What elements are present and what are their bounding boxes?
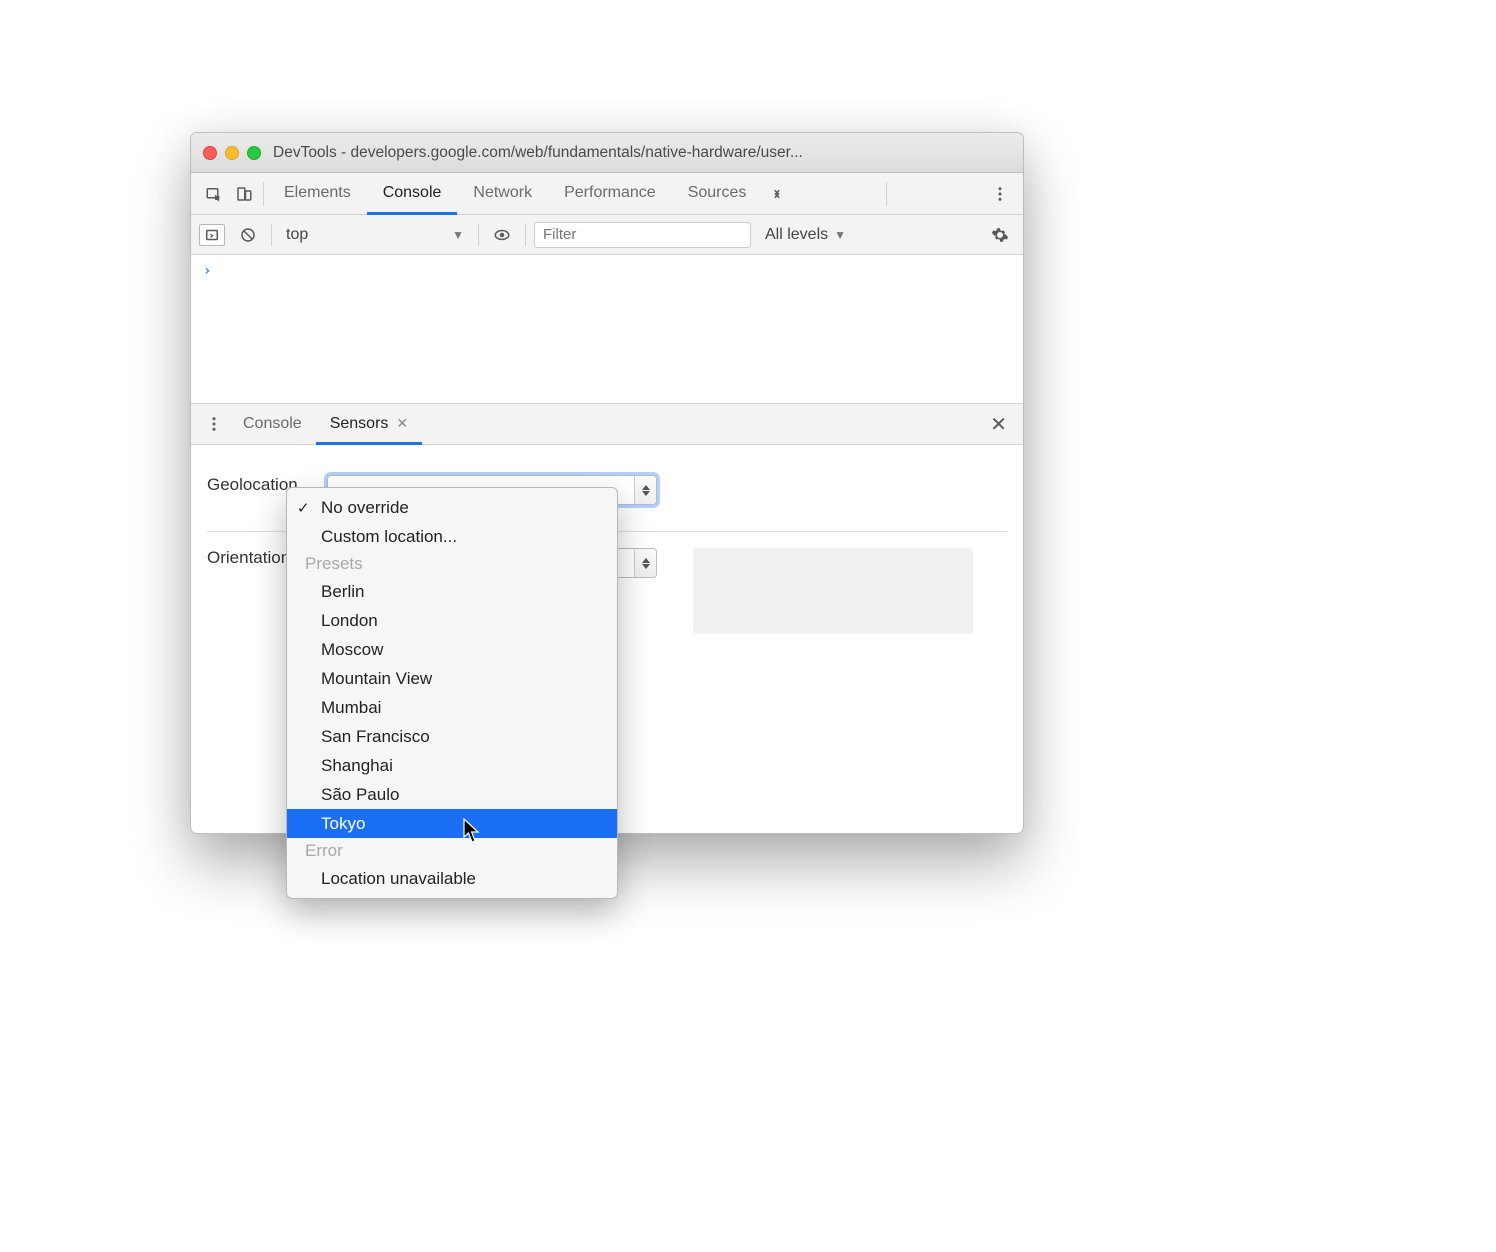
menu-item-preset[interactable]: San Francisco — [287, 722, 617, 751]
minimize-window-button[interactable] — [225, 146, 239, 160]
menu-item-label: Berlin — [321, 582, 364, 602]
check-icon: ✓ — [297, 499, 310, 517]
more-tabs-icon[interactable] — [762, 179, 792, 209]
drawer-tabbar: Console Sensors ✕ ✕ — [191, 403, 1023, 445]
menu-item-preset[interactable]: Shanghai — [287, 751, 617, 780]
menu-item-label: London — [321, 611, 378, 631]
log-level-value: All levels — [765, 226, 828, 244]
tab-network[interactable]: Network — [457, 174, 548, 215]
menu-item-label: Mumbai — [321, 698, 381, 718]
menu-item-custom-location[interactable]: Custom location... — [287, 522, 617, 551]
menu-item-label: Location unavailable — [321, 869, 476, 889]
console-body[interactable]: › — [191, 255, 1023, 403]
menu-item-label: No override — [321, 498, 409, 518]
geolocation-dropdown: ✓ No override Custom location... Presets… — [286, 487, 618, 899]
menu-item-preset[interactable]: Berlin — [287, 577, 617, 606]
maximize-window-button[interactable] — [247, 146, 261, 160]
filter-input[interactable] — [534, 222, 751, 248]
select-arrows-icon — [634, 476, 656, 504]
menu-item-preset[interactable]: Tokyo — [287, 809, 617, 838]
divider — [478, 224, 479, 246]
context-selector-value: top — [286, 226, 308, 244]
menu-item-label: Mountain View — [321, 669, 432, 689]
menu-item-label: Custom location... — [321, 527, 457, 547]
drawer-close-icon[interactable]: ✕ — [982, 412, 1015, 437]
dropdown-triangle-icon: ▼ — [452, 228, 464, 242]
divider — [525, 224, 526, 246]
menu-item-preset[interactable]: São Paulo — [287, 780, 617, 809]
menu-item-label: San Francisco — [321, 727, 430, 747]
console-prompt-chevron-icon: › — [203, 263, 211, 279]
console-toolbar: top ▼ All levels ▼ — [191, 215, 1023, 255]
drawer-tab-label: Console — [243, 415, 302, 433]
menu-item-label: Tokyo — [321, 814, 365, 834]
log-level-selector[interactable]: All levels ▼ — [759, 226, 852, 244]
close-tab-icon[interactable]: ✕ — [396, 415, 408, 432]
tab-elements[interactable]: Elements — [268, 174, 367, 215]
device-toggle-icon[interactable] — [229, 179, 259, 209]
drawer-tab-sensors[interactable]: Sensors ✕ — [316, 405, 422, 445]
titlebar: DevTools - developers.google.com/web/fun… — [191, 133, 1023, 173]
menu-item-preset[interactable]: Mumbai — [287, 693, 617, 722]
tab-sources[interactable]: Sources — [672, 174, 763, 215]
select-arrows-icon — [634, 549, 656, 577]
tab-console[interactable]: Console — [367, 174, 458, 215]
menu-item-preset[interactable]: Moscow — [287, 635, 617, 664]
traffic-lights — [203, 146, 261, 160]
menu-item-preset[interactable]: Mountain View — [287, 664, 617, 693]
menu-item-label: Shanghai — [321, 756, 393, 776]
menu-item-error[interactable]: Location unavailable — [287, 864, 617, 893]
inspect-element-icon[interactable] — [199, 179, 229, 209]
live-expression-icon[interactable] — [487, 220, 517, 250]
close-window-button[interactable] — [203, 146, 217, 160]
drawer-tab-console[interactable]: Console — [229, 405, 316, 445]
drawer-tab-label: Sensors — [330, 415, 389, 433]
clear-console-icon[interactable] — [233, 220, 263, 250]
drawer-kebab-menu-icon[interactable] — [199, 409, 229, 439]
divider — [271, 224, 272, 246]
menu-item-preset[interactable]: London — [287, 606, 617, 635]
window-title: DevTools - developers.google.com/web/fun… — [273, 144, 1011, 162]
context-selector[interactable]: top ▼ — [280, 223, 470, 247]
menu-item-label: São Paulo — [321, 785, 399, 805]
kebab-menu-icon[interactable] — [985, 179, 1015, 209]
divider — [263, 182, 264, 206]
tab-performance[interactable]: Performance — [548, 174, 672, 215]
menu-item-no-override[interactable]: ✓ No override — [287, 493, 617, 522]
toggle-console-sidebar-icon[interactable] — [199, 224, 225, 246]
menu-item-label: Moscow — [321, 640, 383, 660]
menu-group-error: Error — [287, 838, 617, 864]
console-settings-icon[interactable] — [985, 220, 1015, 250]
divider — [886, 182, 887, 206]
dropdown-triangle-icon: ▼ — [834, 228, 846, 242]
menu-group-presets: Presets — [287, 551, 617, 577]
main-tabbar: Elements Console Network Performance Sou… — [191, 173, 1023, 215]
orientation-preview — [693, 548, 973, 634]
